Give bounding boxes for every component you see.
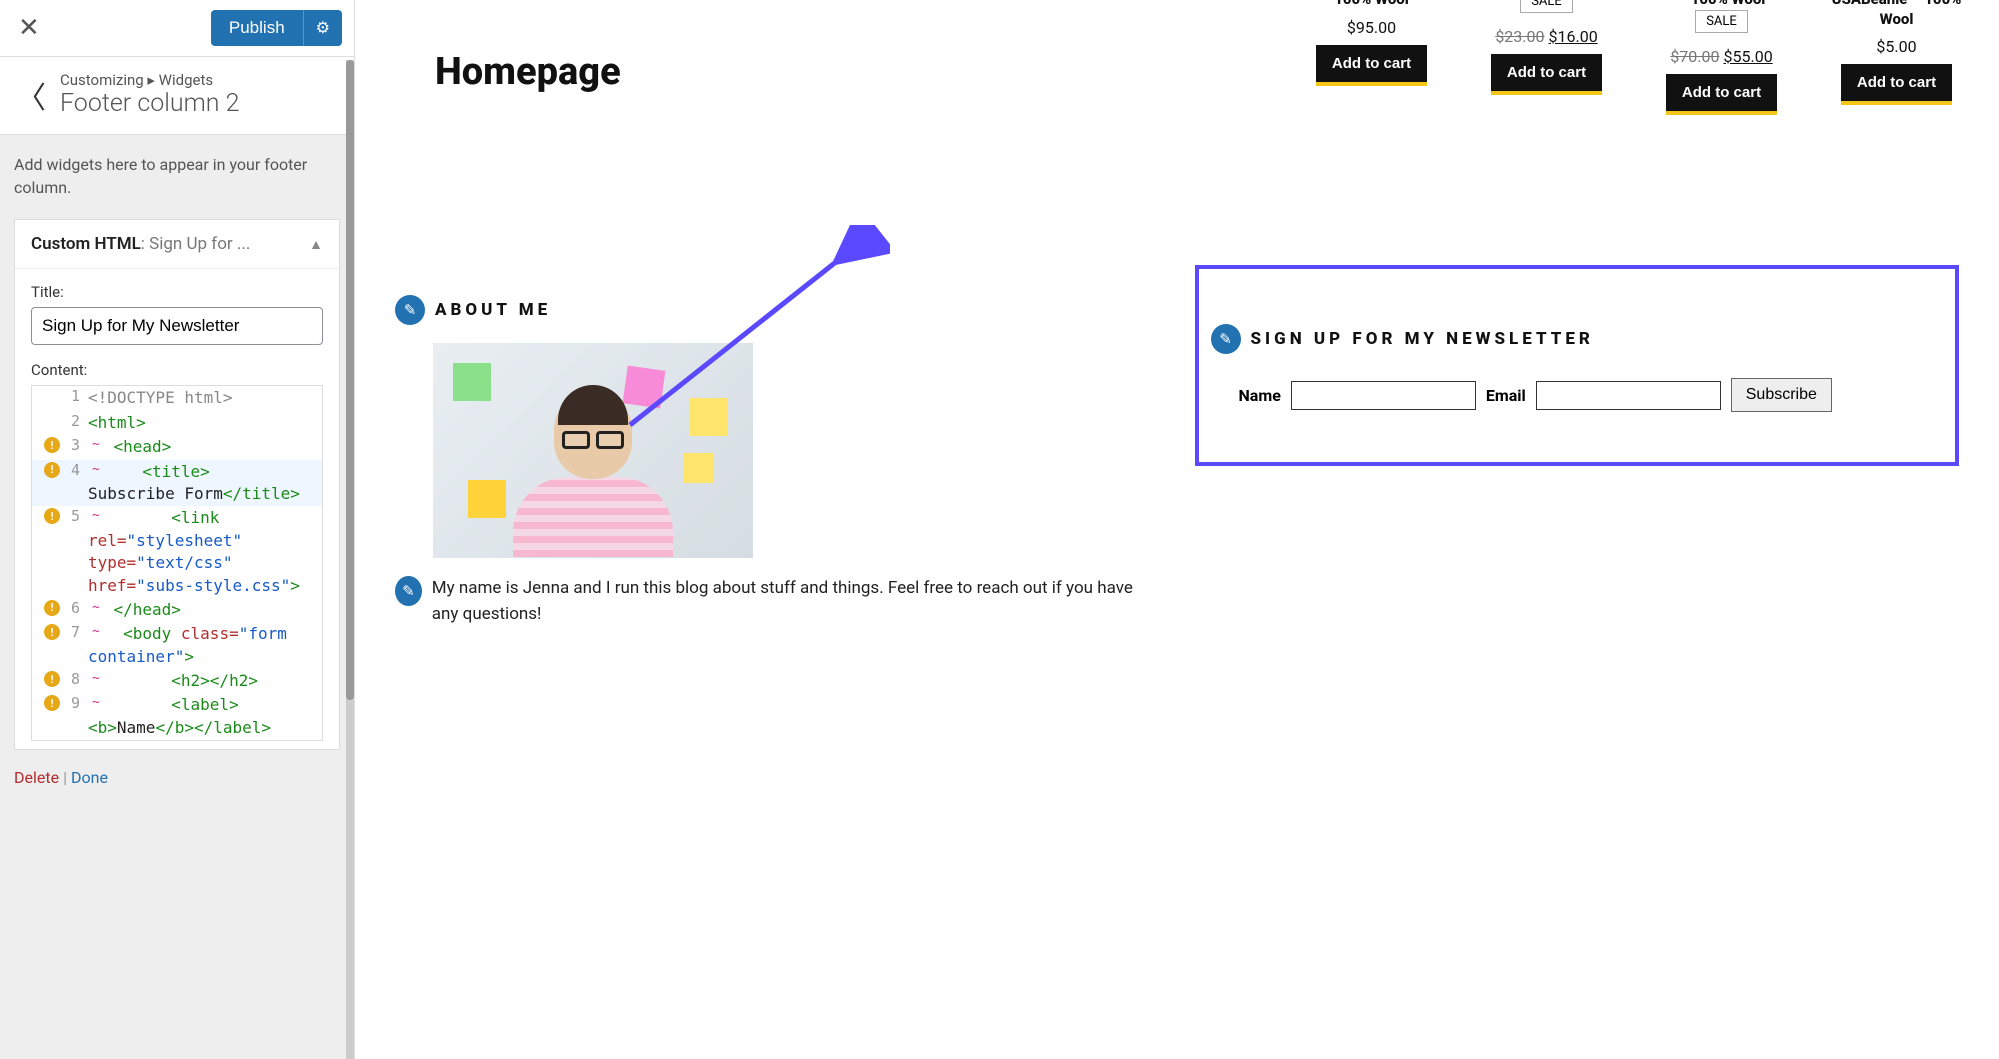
- publish-button[interactable]: Publish: [211, 10, 303, 46]
- preview-pane: Homepage 100% Wool $95.00 Add to cart SALE $…: [355, 0, 1999, 1059]
- name-label: Name: [1239, 386, 1281, 405]
- products-row: 100% Wool $95.00 Add to cart SALE $23.00$16.…: [1299, 0, 1969, 115]
- page-title: Homepage: [435, 50, 621, 94]
- warning-icon: !: [44, 671, 60, 687]
- code-line[interactable]: !8~ <h2></h2>: [32, 669, 322, 693]
- code-line[interactable]: 1<!DOCTYPE html>: [32, 386, 322, 410]
- breadcrumb-path: Customizing ▸ Widgets: [60, 71, 239, 89]
- add-to-cart-button[interactable]: Add to cart: [1666, 74, 1777, 115]
- newsletter-column: ✎ SIGN UP FOR MY NEWSLETTER Name Email S…: [1195, 295, 1960, 627]
- warning-icon: !: [44, 437, 60, 453]
- code-line[interactable]: !5~ <linkrel="stylesheet"type="text/css"…: [32, 506, 322, 598]
- warning-icon: !: [44, 600, 60, 616]
- code-editor[interactable]: 1<!DOCTYPE html>2<html>!3~ <head>!4~ <ti…: [31, 385, 323, 741]
- email-input[interactable]: [1536, 381, 1721, 410]
- code-line[interactable]: 2<html>: [32, 411, 322, 435]
- done-link[interactable]: Done: [71, 768, 108, 787]
- widget-header[interactable]: Custom HTML: Sign Up for ... ▲: [15, 220, 339, 269]
- code-line[interactable]: !9~ <label><b>Name</b></label>: [32, 693, 322, 740]
- delete-link[interactable]: Delete: [14, 768, 59, 787]
- warning-icon: !: [44, 624, 60, 640]
- code-line[interactable]: !4~ <title>Subscribe Form</title>: [32, 460, 322, 507]
- warning-icon: !: [44, 695, 60, 711]
- about-title: ABOUT ME: [435, 300, 551, 320]
- widget-actions: Delete|Done: [0, 764, 354, 793]
- about-me-column: ✎ ABOUT ME ✎ My name is Jenna and I run …: [395, 295, 1160, 627]
- caret-up-icon: ▲: [309, 236, 323, 253]
- edit-icon[interactable]: ✎: [395, 576, 422, 606]
- add-to-cart-button[interactable]: Add to cart: [1491, 54, 1602, 95]
- subscribe-button[interactable]: Subscribe: [1731, 378, 1832, 412]
- publish-settings-button[interactable]: ⚙: [303, 10, 342, 46]
- widget-card: Custom HTML: Sign Up for ... ▲ Title: Co…: [14, 219, 340, 750]
- breadcrumb-panel: 〈 Customizing ▸ Widgets Footer column 2: [0, 57, 354, 135]
- about-image: [433, 343, 753, 558]
- highlight-box: ✎ SIGN UP FOR MY NEWSLETTER Name Email S…: [1195, 265, 1960, 466]
- back-chevron-icon[interactable]: 〈: [16, 73, 46, 117]
- code-line[interactable]: !7~ <body class="formcontainer">: [32, 622, 322, 669]
- edit-icon[interactable]: ✎: [395, 295, 425, 325]
- product-name: 100% Wool: [1299, 0, 1444, 10]
- customizer-sidebar: ✕ Publish ⚙ 〈 Customizing ▸ Widgets Foot…: [0, 0, 355, 1059]
- warning-icon: !: [44, 508, 60, 524]
- product-card: – 100% WoolSALE $70.00$55.00 Add to cart: [1649, 0, 1794, 115]
- content-label: Content:: [31, 361, 323, 379]
- newsletter-title: SIGN UP FOR MY NEWSLETTER: [1251, 329, 1594, 349]
- add-to-cart-button[interactable]: Add to cart: [1841, 64, 1952, 105]
- product-card: SALE $23.00$16.00 Add to cart: [1474, 0, 1619, 115]
- helper-text: Add widgets here to appear in your foote…: [0, 135, 354, 205]
- about-text: My name is Jenna and I run this blog abo…: [432, 576, 1160, 627]
- edit-icon[interactable]: ✎: [1211, 324, 1241, 354]
- product-price: $5.00: [1824, 37, 1969, 56]
- breadcrumb-current: Footer column 2: [60, 89, 239, 118]
- widget-title-input[interactable]: [31, 307, 323, 345]
- product-name: – 100% Wool: [1649, 0, 1794, 10]
- newsletter-form: Name Email Subscribe: [1239, 378, 1944, 412]
- product-card: 100% Wool $95.00 Add to cart: [1299, 0, 1444, 115]
- warning-icon: !: [44, 462, 60, 478]
- sale-badge: SALE: [1520, 0, 1573, 13]
- sale-badge: SALE: [1695, 10, 1748, 33]
- add-to-cart-button[interactable]: Add to cart: [1316, 45, 1427, 86]
- product-card: USABeanie – 100% Wool $5.00 Add to cart: [1824, 0, 1969, 115]
- gear-icon: ⚙: [316, 20, 330, 37]
- sidebar-scrollbar[interactable]: [346, 60, 354, 1059]
- name-input[interactable]: [1291, 381, 1476, 410]
- title-label: Title:: [31, 283, 323, 301]
- sidebar-topbar: ✕ Publish ⚙: [0, 0, 354, 57]
- email-label: Email: [1486, 386, 1526, 405]
- product-name: USABeanie – 100% Wool: [1824, 0, 1969, 29]
- code-line[interactable]: !3~ <head>: [32, 435, 322, 459]
- product-price: $70.00$55.00: [1649, 47, 1794, 66]
- close-icon[interactable]: ✕: [12, 13, 46, 43]
- code-line[interactable]: !6~ </head>: [32, 598, 322, 622]
- product-price: $23.00$16.00: [1474, 27, 1619, 46]
- product-price: $95.00: [1299, 18, 1444, 37]
